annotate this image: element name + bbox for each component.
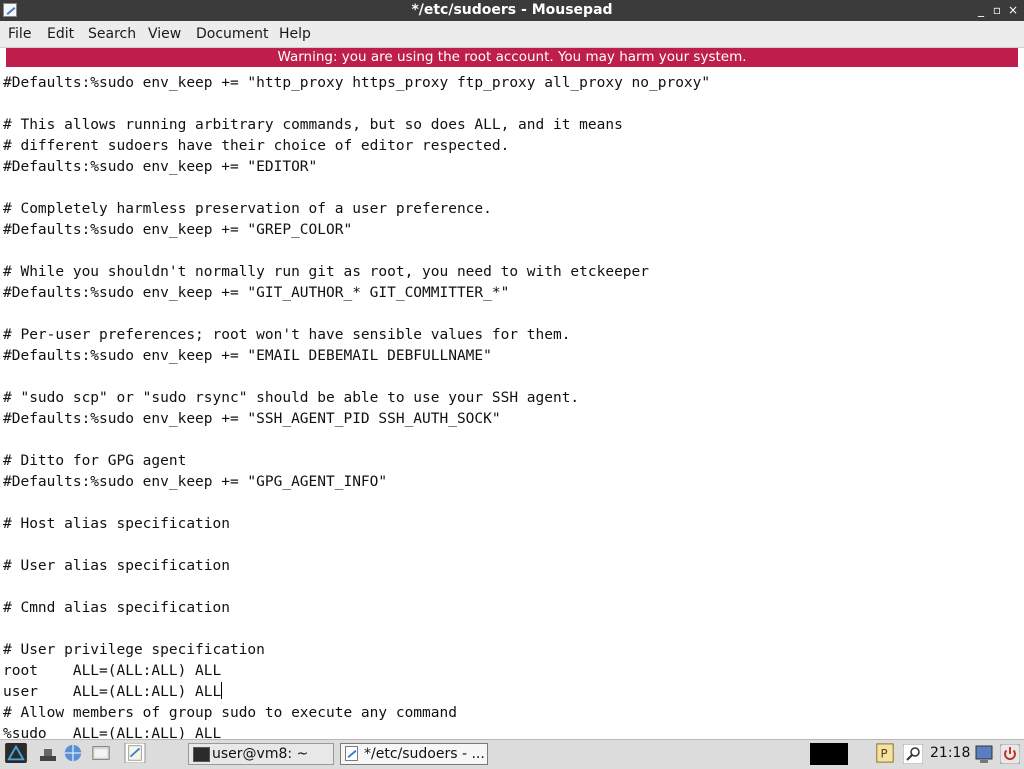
editor-line[interactable]: %sudo ALL=(ALL:ALL) ALL	[3, 724, 710, 739]
editor-line[interactable]	[3, 493, 710, 514]
taskbar-item-mousepad[interactable]: */etc/sudoers - ...	[340, 743, 488, 765]
editor-line[interactable]: #Defaults:%sudo env_keep += "GREP_COLOR"	[3, 220, 710, 241]
editor-line[interactable]: # This allows running arbitrary commands…	[3, 115, 710, 136]
editor-line[interactable]: # "sudo scp" or "sudo rsync" should be a…	[3, 388, 710, 409]
editor-line[interactable]	[3, 535, 710, 556]
clock[interactable]: 21:18	[930, 745, 970, 761]
editor-line[interactable]	[3, 619, 710, 640]
editor-line[interactable]: user ALL=(ALL:ALL) ALL	[3, 682, 710, 703]
menu-help[interactable]: Help	[279, 26, 311, 42]
editor-line[interactable]: #Defaults:%sudo env_keep += "http_proxy …	[3, 73, 710, 94]
editor-line[interactable]: # User privilege specification	[3, 640, 710, 661]
taskbar: user@vm8: ~ */etc/sudoers - ... P 21:18	[0, 739, 1024, 769]
editor-lines[interactable]: #Defaults:%sudo env_keep += "http_proxy …	[3, 73, 710, 739]
system-monitor-graph[interactable]	[810, 743, 848, 765]
web-browser-icon[interactable]	[62, 743, 84, 763]
svg-text:P: P	[880, 747, 887, 761]
editor-line[interactable]	[3, 241, 710, 262]
text-editor-area[interactable]: #Defaults:%sudo env_keep += "http_proxy …	[0, 69, 1024, 739]
window-titlebar[interactable]: */etc/sudoers - Mousepad _ ▫ ×	[0, 0, 1024, 21]
text-editor-icon	[345, 746, 358, 761]
editor-line[interactable]: # Cmnd alias specification	[3, 598, 710, 619]
editor-line[interactable]: # Ditto for GPG agent	[3, 451, 710, 472]
taskbar-item-label: */etc/sudoers - ...	[364, 746, 485, 762]
editor-line[interactable]	[3, 430, 710, 451]
menu-view[interactable]: View	[148, 26, 181, 42]
minimize-icon[interactable]: _	[973, 2, 989, 18]
editor-line[interactable]	[3, 367, 710, 388]
editor-line[interactable]: # Per-user preferences; root won't have …	[3, 325, 710, 346]
editor-line[interactable]: # While you shouldn't normally run git a…	[3, 262, 710, 283]
menu-document[interactable]: Document	[196, 26, 269, 42]
editor-line[interactable]: # User alias specification	[3, 556, 710, 577]
taskbar-item-label: user@vm8: ~	[212, 746, 309, 762]
close-icon[interactable]: ×	[1005, 2, 1021, 18]
search-icon[interactable]	[903, 744, 923, 764]
editor-line[interactable]	[3, 577, 710, 598]
file-manager-icon[interactable]	[90, 743, 112, 763]
editor-line[interactable]: root ALL=(ALL:ALL) ALL	[3, 661, 710, 682]
menu-edit[interactable]: Edit	[47, 26, 74, 42]
editor-line[interactable]: #Defaults:%sudo env_keep += "EDITOR"	[3, 157, 710, 178]
editor-line[interactable]	[3, 178, 710, 199]
editor-line[interactable]: #Defaults:%sudo env_keep += "SSH_AGENT_P…	[3, 409, 710, 430]
root-warning-banner: Warning: you are using the root account.…	[6, 48, 1018, 67]
editor-line[interactable]: # different sudoers have their choice of…	[3, 136, 710, 157]
editor-line[interactable]: #Defaults:%sudo env_keep += "EMAIL DEBEM…	[3, 346, 710, 367]
text-cursor	[221, 682, 223, 699]
menu-bar: File Edit Search View Document Help	[0, 21, 1024, 48]
editor-line[interactable]: # Allow members of group sudo to execute…	[3, 703, 710, 724]
editor-line[interactable]: #Defaults:%sudo env_keep += "GPG_AGENT_I…	[3, 472, 710, 493]
editor-line[interactable]: #Defaults:%sudo env_keep += "GIT_AUTHOR_…	[3, 283, 710, 304]
maximize-icon[interactable]: ▫	[989, 2, 1005, 18]
show-desktop-icon[interactable]	[38, 744, 58, 764]
terminal-icon	[193, 747, 210, 762]
editor-line[interactable]: # Completely harmless preservation of a …	[3, 199, 710, 220]
power-icon[interactable]	[1000, 744, 1020, 764]
clipboard-manager-icon[interactable]: P	[875, 743, 895, 763]
menu-file[interactable]: File	[8, 26, 31, 42]
editor-line[interactable]	[3, 94, 710, 115]
app-menu-icon[interactable]	[4, 743, 28, 763]
window-title: */etc/sudoers - Mousepad	[411, 2, 613, 18]
editor-line[interactable]	[3, 304, 710, 325]
editor-line[interactable]: # Host alias specification	[3, 514, 710, 535]
text-editor-launcher-icon[interactable]	[123, 743, 147, 763]
taskbar-item-terminal[interactable]: user@vm8: ~	[188, 743, 334, 765]
user-session-icon[interactable]	[975, 744, 993, 764]
menu-search[interactable]: Search	[88, 26, 136, 42]
